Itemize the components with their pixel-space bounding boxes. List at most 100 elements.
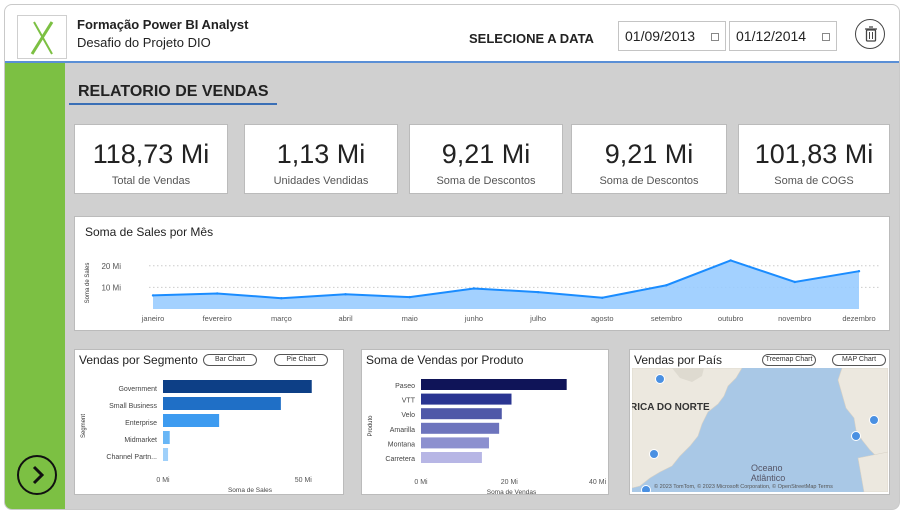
- map-toggle-button[interactable]: MAP Chart: [832, 354, 886, 366]
- bar-chart-bar: [421, 437, 489, 449]
- map-chart[interactable]: RICA DO NORTE Oceano Atlântico © 2023 To…: [632, 368, 888, 492]
- line-chart-panel[interactable]: Soma de Sales por Mês Soma de Sales 10 Mi…: [74, 216, 890, 331]
- line-chart-ylabel: Soma de Sales: [85, 263, 91, 304]
- product-bar-chart: Produto Paseo VTT Velo Amarilla Montana Carret…: [368, 379, 607, 496]
- calendar-icon[interactable]: [822, 33, 830, 41]
- bar-chart-bar: [163, 431, 170, 444]
- bar-chart-bar: [421, 422, 500, 434]
- bar-chart-xtick: 0 Mi: [414, 479, 428, 486]
- map-panel[interactable]: Vendas por País Treemap Chart MAP Chart …: [629, 349, 890, 495]
- kpi-label: Soma de COGS: [774, 175, 854, 187]
- clear-filters-button[interactable]: [855, 19, 885, 49]
- line-chart-point: [793, 280, 797, 284]
- line-chart-ytick: 10 Mi: [101, 283, 121, 292]
- bar-chart-ylabel: Produto: [368, 415, 374, 437]
- map-ocean-label: Oceano Atlântico: [751, 463, 786, 483]
- bar-chart-category-label: Paseo: [395, 383, 415, 390]
- bar-chart-bar: [163, 397, 281, 410]
- map-ocean-line-1: Oceano: [751, 463, 783, 473]
- line-chart-point: [151, 294, 155, 297]
- map-point-germany[interactable]: [869, 415, 879, 425]
- report-title-underline: [69, 103, 277, 105]
- line-chart-xtick: dezembro: [842, 314, 875, 323]
- bar-chart-bar: [421, 408, 502, 420]
- line-chart-point: [280, 297, 283, 300]
- line-chart-xtick: março: [271, 314, 292, 323]
- bar-chart-bar: [163, 414, 220, 427]
- bar-chart-bar: [421, 393, 512, 405]
- bar-chart-category-label: Midmarket: [124, 437, 157, 444]
- bar-chart-category-label: Small Business: [109, 403, 157, 410]
- map-point-canada[interactable]: [655, 374, 665, 384]
- report-title: RELATORIO DE VENDAS: [78, 83, 269, 100]
- line-chart-point: [472, 287, 476, 290]
- line-chart-xtick: julho: [529, 314, 546, 323]
- line-chart-point: [408, 295, 411, 299]
- line-chart-point: [536, 290, 540, 294]
- line-chart-xtick: fevereiro: [203, 314, 232, 323]
- calendar-icon[interactable]: [711, 33, 719, 41]
- line-chart-xtick: maio: [402, 314, 418, 323]
- logo: [17, 15, 67, 59]
- segment-chart-panel[interactable]: Vendas por Segmento Bar Chart Pie Chart …: [74, 349, 344, 495]
- kpi-soma-cogs: 101,83 Mi Soma de COGS: [738, 124, 890, 194]
- kpi-total-vendas: 118,73 Mi Total de Vendas: [74, 124, 228, 194]
- line-chart-ytick: 20 Mi: [101, 262, 121, 271]
- line-chart-point: [665, 284, 668, 287]
- date-end-value: 01/12/2014: [736, 28, 807, 44]
- bar-chart-category-label: Channel Partn...: [106, 454, 157, 461]
- line-chart-point: [729, 259, 732, 262]
- treemap-toggle-button[interactable]: Treemap Chart: [762, 354, 816, 366]
- line-chart-xtick: janeiro: [141, 314, 165, 323]
- map-point-usa[interactable]: [649, 449, 659, 459]
- kpi-unidades-vendidas: 1,13 Mi Unidades Vendidas: [244, 124, 398, 194]
- kpi-value: 1,13 Mi: [276, 139, 366, 169]
- line-chart-point: [215, 292, 219, 295]
- segment-bar-chart: Segment Government Small Business Enterpris…: [81, 380, 313, 494]
- trash-icon: [865, 26, 877, 42]
- map-region-label: RICA DO NORTE: [632, 402, 710, 413]
- line-chart-xtick: junho: [464, 314, 483, 323]
- map-copyright: © 2023 TomTom, © 2023 Microsoft Corporat…: [654, 483, 833, 490]
- bar-chart-category-label: Velo: [401, 412, 415, 419]
- bar-chart-xtick: 50 Mi: [295, 477, 313, 484]
- bar-chart-xtick: 0 Mi: [156, 477, 170, 484]
- bar-chart-bar: [421, 452, 482, 463]
- date-start-field[interactable]: 01/09/2013: [618, 21, 726, 51]
- bar-chart-category-label: Government: [118, 386, 157, 393]
- bar-chart-category-label: Montana: [388, 441, 415, 448]
- line-chart-xtick: outubro: [718, 314, 743, 323]
- line-chart-point: [344, 293, 347, 296]
- sidebar: [5, 63, 65, 509]
- bar-chart-category-label: VTT: [402, 398, 416, 405]
- x-logo-icon: [30, 21, 54, 55]
- kpi-label: Total de Vendas: [111, 175, 191, 187]
- date-end-field[interactable]: 01/12/2014: [729, 21, 837, 51]
- kpi-value: 9,21 Mi: [441, 139, 531, 169]
- map-point-france[interactable]: [851, 431, 861, 441]
- kpi-soma-descontos-2: 9,21 Mi Soma de Descontos: [571, 124, 727, 194]
- bar-chart-ylabel: Segment: [81, 414, 87, 438]
- map-title: Vendas por País: [634, 353, 723, 367]
- bar-chart-category-label: Enterprise: [125, 420, 157, 427]
- kpi-value: 9,21 Mi: [604, 139, 694, 169]
- app-title: Formação Power BI Analyst: [77, 17, 249, 32]
- kpi-value: 118,73 Mi: [92, 139, 210, 169]
- header-bar: Formação Power BI Analyst Desafio do Pro…: [5, 5, 899, 63]
- bar-chart-xlabel: Soma de Vendas: [487, 489, 537, 496]
- report-frame: Formação Power BI Analyst Desafio do Pro…: [4, 4, 900, 510]
- kpi-label: Unidades Vendidas: [273, 175, 369, 187]
- bar-chart-bar: [421, 379, 567, 390]
- kpi-label: Soma de Descontos: [436, 175, 536, 187]
- bar-chart-xtick: 40 Mi: [589, 479, 607, 486]
- line-chart-xtick: abril: [338, 314, 353, 323]
- map-point-mexico[interactable]: [641, 485, 651, 493]
- date-start-value: 01/09/2013: [625, 28, 696, 44]
- bar-chart-category-label: Amarilla: [390, 427, 415, 434]
- line-chart-xtick: novembro: [778, 314, 811, 323]
- product-chart-panel[interactable]: Soma de Vendas por Produto Produto Paseo V…: [361, 349, 609, 496]
- line-chart-xtick: agosto: [591, 314, 614, 323]
- bar-chart-category-label: Carretera: [385, 456, 415, 463]
- app-subtitle: Desafio do Projeto DIO: [77, 35, 211, 50]
- next-page-button[interactable]: [17, 455, 57, 495]
